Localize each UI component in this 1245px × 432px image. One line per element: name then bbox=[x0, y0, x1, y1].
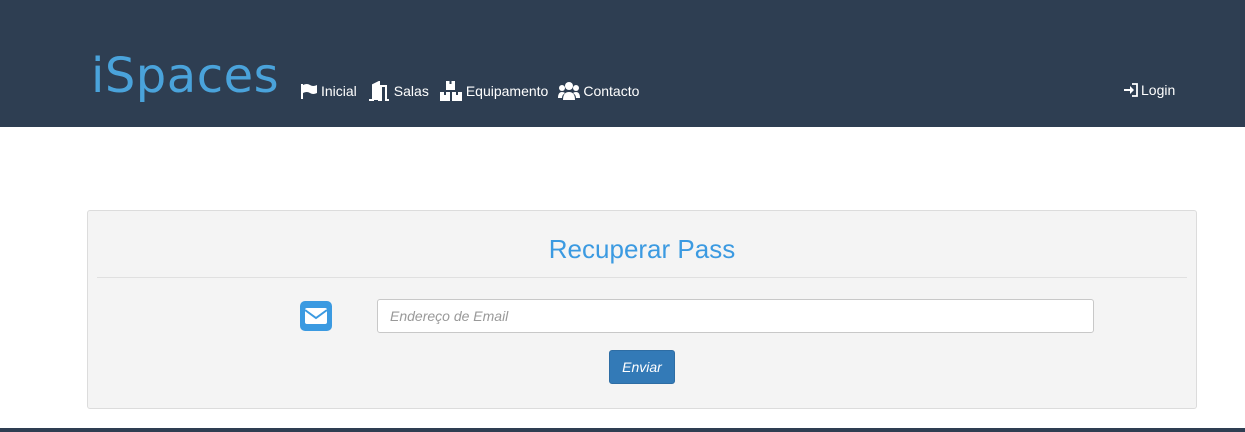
nav-item-equipamento[interactable]: Equipamento bbox=[439, 80, 549, 102]
top-navbar: iSpaces Inicial Salas Equipamento Contac… bbox=[0, 0, 1245, 127]
boxes-icon bbox=[439, 80, 466, 102]
nav-label: Contacto bbox=[583, 83, 640, 99]
login-label: Login bbox=[1141, 82, 1176, 98]
email-input[interactable] bbox=[377, 299, 1094, 333]
recover-password-panel: Recuperar Pass Enviar bbox=[87, 210, 1197, 409]
flag-icon bbox=[300, 83, 321, 99]
nav-item-salas[interactable]: Salas bbox=[367, 81, 429, 101]
submit-button[interactable]: Enviar bbox=[609, 350, 675, 384]
nav-item-contacto[interactable]: Contacto bbox=[558, 81, 639, 101]
sign-in-icon bbox=[1124, 83, 1141, 97]
brand-logo[interactable]: iSpaces bbox=[91, 48, 279, 104]
door-icon bbox=[367, 81, 394, 101]
footer-strip bbox=[0, 428, 1245, 432]
login-link[interactable]: Login bbox=[1124, 82, 1175, 98]
nav-label: Salas bbox=[393, 83, 429, 99]
nav-label: Equipamento bbox=[465, 83, 549, 99]
users-icon bbox=[558, 81, 583, 101]
panel-title: Recuperar Pass bbox=[548, 234, 736, 264]
nav-item-inicial[interactable]: Inicial bbox=[300, 83, 357, 99]
envelope-icon bbox=[300, 301, 332, 336]
panel-divider bbox=[97, 277, 1187, 278]
main-nav: Inicial Salas Equipamento Contacto bbox=[300, 79, 649, 103]
nav-label: Inicial bbox=[321, 83, 357, 99]
